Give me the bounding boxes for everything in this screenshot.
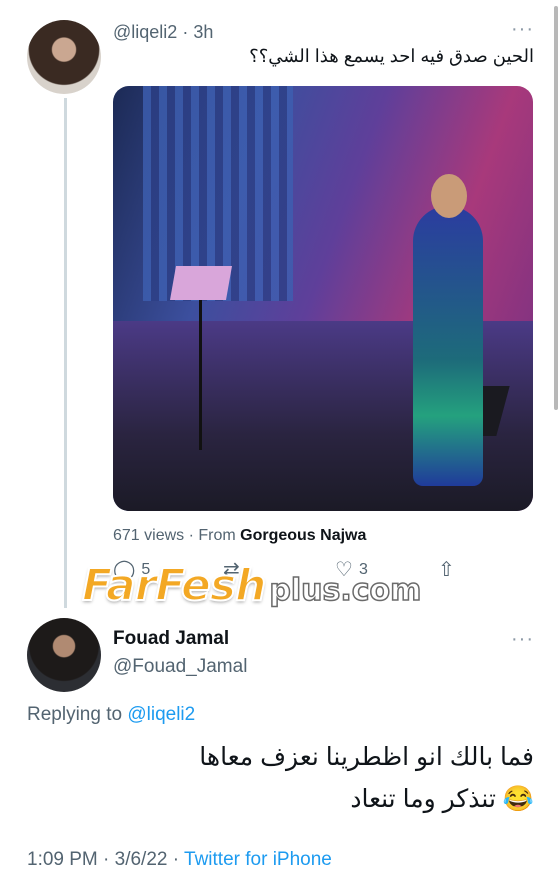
watermark-sub: plus.com [269, 572, 423, 609]
tweet-timestamp[interactable]: 1:09 PM · 3/6/22 · [27, 849, 184, 870]
replying-handle-link[interactable]: @liqeli2 [127, 704, 195, 725]
reply-author-name[interactable]: Fouad Jamal [113, 628, 229, 650]
avatar[interactable] [27, 618, 101, 692]
video-player[interactable] [113, 86, 533, 511]
avatar[interactable] [27, 20, 101, 94]
thread-line [64, 98, 67, 608]
tweet-handle[interactable]: @liqeli2 [113, 22, 177, 42]
singer-head [431, 174, 467, 218]
video-source[interactable]: Gorgeous Najwa [240, 527, 366, 544]
tweet-time: · 3h [182, 22, 214, 42]
music-stand-pole [199, 300, 202, 450]
views-line: 671 views · From Gorgeous Najwa [113, 527, 366, 545]
tweet-meta: 1:09 PM · 3/6/22 · Twitter for iPhone [27, 849, 332, 871]
tweet-handle-time[interactable]: @liqeli2 · 3h [113, 22, 213, 43]
views-count: 671 views · From [113, 527, 241, 544]
watermark-main: FarFesh [81, 559, 267, 612]
farfesh-watermark: FarFesh plus.com [81, 559, 423, 612]
music-stand [170, 266, 232, 300]
reply-author-handle[interactable]: @Fouad_Jamal [113, 656, 247, 678]
scrollbar[interactable] [554, 6, 558, 410]
reply-text: فما بالك انو اظطرينا نعزف معاها 😂 تنذكر … [199, 743, 534, 813]
replying-prefix: Replying to [27, 704, 128, 725]
more-icon[interactable]: ··· [511, 18, 534, 41]
more-icon[interactable]: ··· [511, 628, 534, 651]
share-icon: ⇧ [438, 559, 455, 581]
replying-to: Replying to @liqeli2 [27, 704, 195, 726]
singer-figure [413, 206, 483, 486]
client-link[interactable]: Twitter for iPhone [184, 849, 332, 870]
share-button[interactable]: ⇧ [438, 557, 455, 582]
tweet-text: الحين صدق فيه احد يسمع هذا الشي؟؟ [249, 46, 534, 66]
